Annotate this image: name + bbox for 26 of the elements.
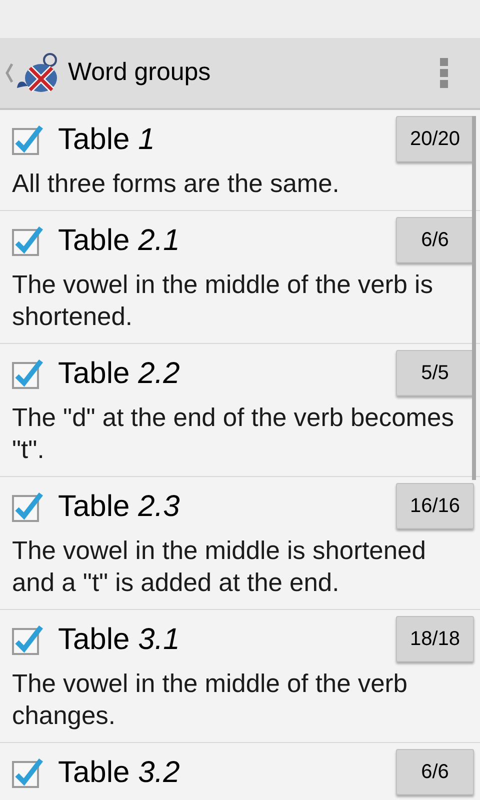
group-description: The vowel in the middle of the verb changes. <box>12 669 408 732</box>
count-button[interactable]: 5/5 <box>396 350 474 396</box>
checkbox[interactable] <box>12 357 44 389</box>
count-button[interactable]: 6/6 <box>396 749 474 795</box>
group-description: All three forms are the same. <box>12 169 340 200</box>
back-caret-icon <box>4 62 14 84</box>
group-title: Table 2.1 <box>58 222 180 258</box>
group-description: The "d" at the end of the verb becomes "t". <box>12 403 455 466</box>
group-title: Table 2.3 <box>58 488 180 524</box>
checkbox[interactable] <box>12 756 44 788</box>
checkbox[interactable] <box>12 623 44 655</box>
screen-title: Word groups <box>68 57 211 88</box>
group-description: The vowel in the middle of the verb is shortened. <box>12 270 434 333</box>
checkbox[interactable] <box>12 490 44 522</box>
group-title: Table 3.2 <box>58 754 180 790</box>
count-button[interactable]: 6/6 <box>396 217 474 263</box>
group-title: Table 2.2 <box>58 356 180 392</box>
count-button[interactable]: 18/18 <box>396 616 474 662</box>
group-title: Table 1 <box>58 122 155 158</box>
count-button[interactable]: 20/20 <box>396 116 474 162</box>
group-description: The vowel in the middle is shortened and a "t" is added at the end. <box>12 536 427 599</box>
overflow-menu-button[interactable] <box>438 56 450 90</box>
count-button[interactable]: 16/16 <box>396 483 474 529</box>
group-title: Table 3.1 <box>58 622 180 658</box>
checkbox[interactable] <box>12 123 44 155</box>
checkbox[interactable] <box>12 224 44 256</box>
